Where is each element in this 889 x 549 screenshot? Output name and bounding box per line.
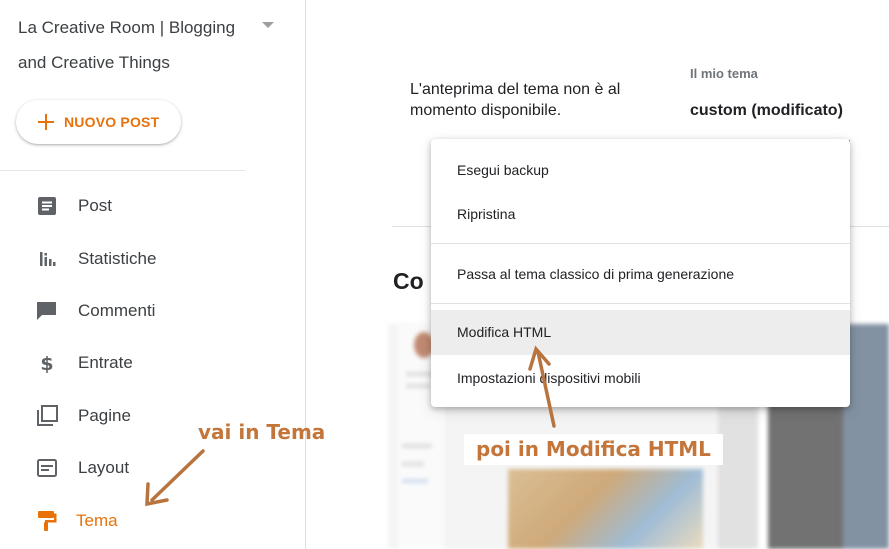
arrow-to-edit-html [528, 345, 556, 428]
annotation-arrows [145, 345, 556, 507]
annotation-then-edit-html: poi in Modifica HTML [464, 434, 723, 465]
arrow-to-tema [145, 449, 205, 507]
annotation-go-to-theme: vai in Tema [198, 420, 326, 444]
